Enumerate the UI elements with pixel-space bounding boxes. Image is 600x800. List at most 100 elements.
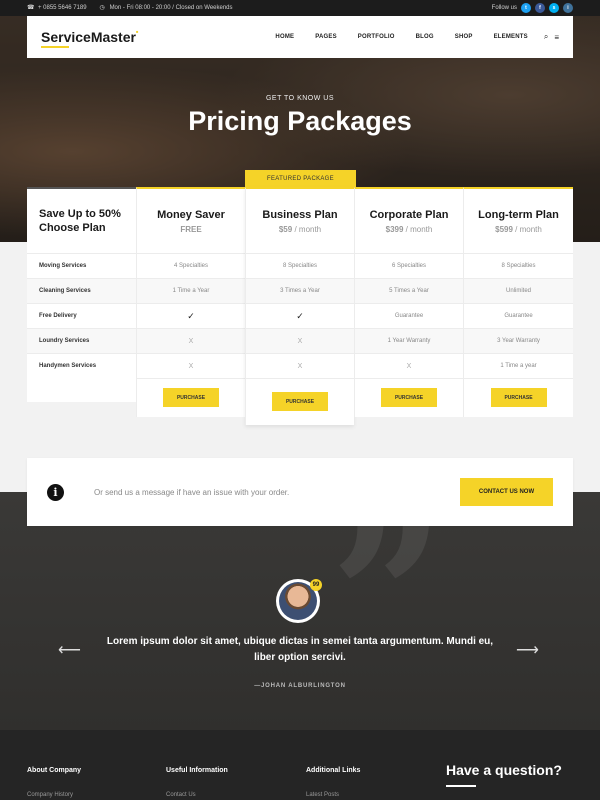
plan-name: Long-term Plan — [478, 209, 559, 221]
plan-price-value: $59 — [278, 225, 293, 234]
plan-footer: PURCHASE — [355, 378, 463, 416]
nav-pages[interactable]: PAGES — [315, 34, 337, 40]
instagram-icon[interactable]: i — [563, 3, 573, 13]
footer-link[interactable]: Company History — [27, 792, 81, 798]
nav-portfolio[interactable]: PORTFOLIO — [358, 34, 395, 40]
plan-period: / month — [294, 225, 322, 234]
contact-message: Or send us a message if have an issue wi… — [94, 487, 290, 497]
plan-cell: X — [137, 353, 245, 378]
info-icon: i — [47, 483, 64, 501]
quote-mark-icon: ” — [330, 492, 446, 715]
phone-icon: ☎ — [27, 4, 35, 11]
cross-icon: X — [406, 362, 412, 370]
cross-icon: X — [188, 337, 194, 345]
twitter-icon[interactable]: t — [521, 3, 531, 13]
plan-price: $599 / month — [464, 225, 573, 234]
plan-corporate: Corporate Plan $399 / month 6 Specialtie… — [354, 187, 463, 417]
avatar: 99 — [276, 579, 322, 623]
contact-us-button[interactable]: CONTACT US NOW — [460, 478, 553, 506]
purchase-button[interactable]: PURCHASE — [272, 392, 328, 411]
footer-link[interactable]: Contact Us — [166, 792, 228, 798]
logo-text: ServiceMaster — [41, 29, 136, 45]
arrow-left-icon[interactable]: ⟵ — [58, 643, 81, 659]
feature-label: Free Delivery — [27, 303, 136, 328]
plan-price-value: FREE — [180, 225, 202, 234]
plan-head: Corporate Plan $399 / month — [355, 189, 463, 253]
avatar-badge: 99 — [310, 579, 322, 591]
testimonial-section: ” 99 Lorem ipsum dolor sit amet, ubique … — [0, 492, 600, 730]
cross-icon: X — [188, 362, 194, 370]
testimonial-author: —JOHAN ALBURLINGTON — [254, 683, 346, 689]
logo[interactable]: ServiceMaster■ — [41, 29, 139, 48]
search-icon[interactable]: ⌕ — [544, 32, 548, 42]
plan-price: $59 / month — [246, 225, 354, 234]
phone-info: ☎ + 0855 5646 7189 — [27, 5, 87, 12]
footer-column-about: About Company Company History — [27, 767, 81, 798]
plan-head: Long-term Plan $599 / month — [464, 189, 573, 253]
logo-mark: ■ — [135, 29, 139, 34]
plan-price-value: $599 — [495, 225, 513, 234]
footer-column-links: Additional Links Latest Posts — [306, 767, 360, 798]
plan-head: Money Saver FREE — [137, 189, 245, 253]
feature-label: Moving Services — [27, 253, 136, 278]
plan-name: Money Saver — [157, 209, 225, 221]
feature-labels-column: Save Up to 50% Choose Plan Moving Servic… — [27, 187, 136, 402]
footer-link[interactable]: Latest Posts — [306, 792, 360, 798]
plan-cell: 8 Specialties — [464, 253, 573, 278]
plan-cell: 3 Times a Year — [246, 278, 354, 303]
plan-footer: PURCHASE — [246, 378, 354, 424]
question-heading: Have a question? — [446, 762, 562, 778]
plan-cell: X — [355, 353, 463, 378]
feature-label: Loundry Services — [27, 328, 136, 353]
menu-icon[interactable]: ≡ — [554, 33, 559, 42]
plan-price: $399 / month — [355, 225, 463, 234]
plan-cell: 4 Specialties — [137, 253, 245, 278]
nav-elements[interactable]: ELEMENTS — [494, 34, 528, 40]
testimonial-quote: Lorem ipsum dolor sit amet, ubique dicta… — [106, 636, 494, 663]
phone-number[interactable]: + 0855 5646 7189 — [38, 5, 87, 11]
nav-shop[interactable]: SHOP — [455, 34, 473, 40]
plan-cell: 5 Times a Year — [355, 278, 463, 303]
footer-heading: About Company — [27, 767, 82, 774]
plan-cell: Guarantee — [355, 303, 463, 328]
footer-heading: Additional Links — [306, 767, 361, 774]
purchase-button[interactable]: PURCHASE — [163, 388, 219, 407]
facebook-icon[interactable]: f — [535, 3, 545, 13]
plan-long-term: Long-term Plan $599 / month 8 Specialtie… — [463, 187, 573, 417]
plan-money-saver: Money Saver FREE 4 Specialties 1 Time a … — [136, 187, 245, 417]
purchase-button[interactable]: PURCHASE — [490, 388, 547, 407]
plan-cell: 3 Year Warranty — [464, 328, 573, 353]
plan-cell: Guarantee — [464, 303, 573, 328]
question-underline — [446, 785, 476, 787]
plan-period: / month — [405, 225, 433, 234]
skype-icon[interactable]: s — [549, 3, 559, 13]
logo-underline — [41, 46, 69, 48]
plan-cell: 6 Specialties — [355, 253, 463, 278]
nav-blog[interactable]: BLOG — [416, 34, 434, 40]
plan-cell: Unlimited — [464, 278, 573, 303]
main-nav: HOME PAGES PORTFOLIO BLOG SHOP ELEMENTS … — [254, 32, 559, 42]
plan-footer: PURCHASE — [464, 378, 573, 416]
plan-price-value: $399 — [385, 225, 404, 234]
plan-cell: 1 Year Warranty — [355, 328, 463, 353]
social-follow: Follow us t f s i — [492, 3, 573, 13]
site-footer: About Company Company History Useful Inf… — [0, 730, 600, 800]
plan-cell: 1 Time a Year — [137, 278, 245, 303]
pricing-intro: Save Up to 50% Choose Plan — [39, 208, 121, 234]
plan-cell: X — [137, 328, 245, 353]
footer-heading: Useful Information — [166, 767, 228, 774]
plan-cell-check: ✓ — [187, 310, 195, 321]
plan-cell: 1 Time a year — [464, 353, 573, 378]
hero-kicker: GET TO KNOW US — [265, 95, 335, 102]
check-icon: ✓ — [137, 303, 245, 328]
cross-icon: X — [297, 337, 303, 345]
plan-price: FREE — [137, 225, 245, 234]
purchase-button[interactable]: PURCHASE — [381, 388, 437, 407]
plan-cell: 8 Specialties — [246, 253, 354, 278]
feature-label: Handymen Services — [27, 353, 136, 378]
contact-bar: i Or send us a message if have an issue … — [27, 458, 573, 526]
follow-label: Follow us — [491, 5, 517, 11]
nav-home[interactable]: HOME — [275, 34, 294, 40]
page-title: Pricing Packages — [188, 106, 412, 136]
arrow-right-icon[interactable]: ⟶ — [516, 643, 539, 659]
